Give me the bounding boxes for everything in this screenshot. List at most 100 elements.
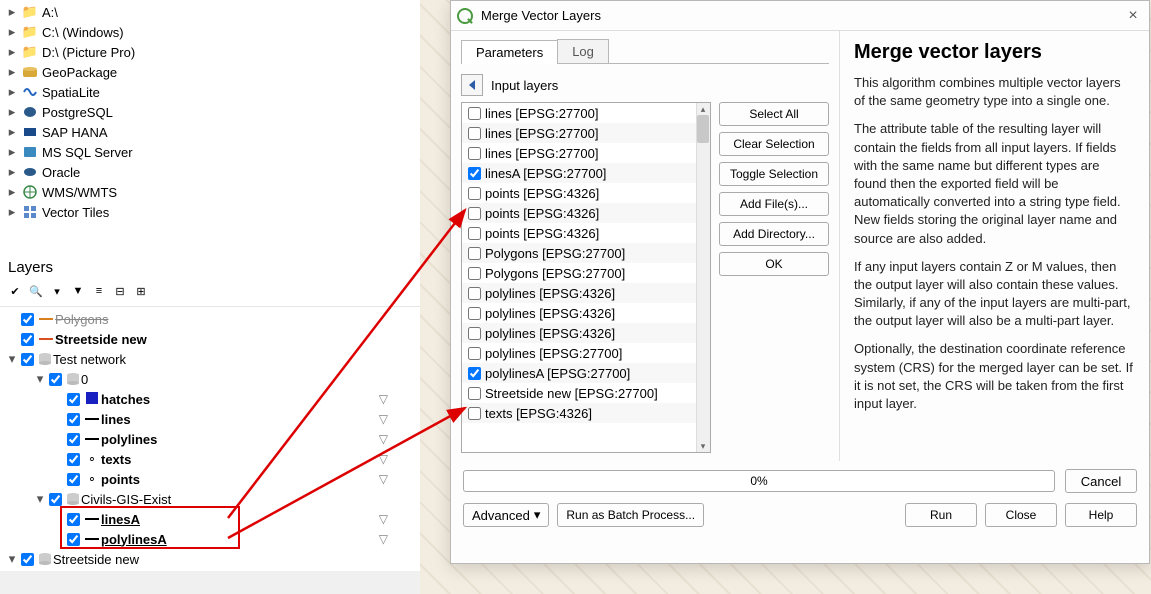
- close-icon[interactable]: ×: [1123, 7, 1143, 25]
- browser-item[interactable]: ▸WMS/WMTS: [6, 182, 414, 202]
- list-item-checkbox[interactable]: [468, 387, 481, 400]
- list-item[interactable]: texts [EPSG:4326]: [462, 403, 696, 423]
- list-item-label: Polygons [EPSG:27700]: [485, 266, 625, 281]
- expand-icon[interactable]: ≡: [90, 282, 108, 300]
- browser-item[interactable]: ▸📁C:\ (Windows): [6, 22, 414, 42]
- list-item-checkbox[interactable]: [468, 327, 481, 340]
- filter-icon[interactable]: ▽: [379, 512, 388, 526]
- browser-item[interactable]: ▸📁A:\: [6, 2, 414, 22]
- list-item[interactable]: polylines [EPSG:4326]: [462, 303, 696, 323]
- folder-icon: 📁: [22, 4, 38, 20]
- list-item-label: polylines [EPSG:4326]: [485, 286, 615, 301]
- list-item-checkbox[interactable]: [468, 227, 481, 240]
- list-item[interactable]: lines [EPSG:27700]: [462, 143, 696, 163]
- list-item[interactable]: polylines [EPSG:4326]: [462, 283, 696, 303]
- list-item-checkbox[interactable]: [468, 207, 481, 220]
- filter-icon[interactable]: ▽: [379, 432, 388, 446]
- browser-item[interactable]: ▸Oracle: [6, 162, 414, 182]
- filter-icon[interactable]: ▽: [379, 472, 388, 486]
- list-item[interactable]: Polygons [EPSG:27700]: [462, 243, 696, 263]
- scroll-down-icon[interactable]: ▾: [696, 440, 710, 452]
- list-item-checkbox[interactable]: [468, 367, 481, 380]
- browser-item[interactable]: ▸Vector Tiles: [6, 202, 414, 222]
- filter-icon[interactable]: ▽: [379, 532, 388, 546]
- cancel-button[interactable]: Cancel: [1065, 469, 1137, 493]
- style-icon[interactable]: ✔: [6, 282, 24, 300]
- scrollbar[interactable]: ▴ ▾: [696, 103, 710, 452]
- list-item[interactable]: linesA [EPSG:27700]: [462, 163, 696, 183]
- add-directory-button[interactable]: Add Directory...: [719, 222, 829, 246]
- browser-item[interactable]: ▸SpatiaLite: [6, 82, 414, 102]
- toggle-selection-button[interactable]: Toggle Selection: [719, 162, 829, 186]
- layer-streetside-2[interactable]: ▾Streetside new: [2, 549, 418, 569]
- browser-item[interactable]: ▸GeoPackage: [6, 62, 414, 82]
- list-item-checkbox[interactable]: [468, 307, 481, 320]
- list-item[interactable]: lines [EPSG:27700]: [462, 103, 696, 123]
- list-item-checkbox[interactable]: [468, 107, 481, 120]
- help-button[interactable]: Help: [1065, 503, 1137, 527]
- funnel-icon[interactable]: ▼: [69, 282, 87, 300]
- list-item-label: polylines [EPSG:27700]: [485, 346, 622, 361]
- layer-polylinesA[interactable]: polylinesA▽: [2, 529, 418, 549]
- list-item-checkbox[interactable]: [468, 347, 481, 360]
- scrollbar-thumb[interactable]: [697, 115, 709, 143]
- select-all-button[interactable]: Select All: [719, 102, 829, 126]
- run-button[interactable]: Run: [905, 503, 977, 527]
- list-item[interactable]: polylines [EPSG:4326]: [462, 323, 696, 343]
- collapse-icon[interactable]: ⊟: [111, 282, 129, 300]
- list-item-checkbox[interactable]: [468, 407, 481, 420]
- list-item[interactable]: Polygons [EPSG:27700]: [462, 263, 696, 283]
- add-files-button[interactable]: Add File(s)...: [719, 192, 829, 216]
- list-item[interactable]: lines [EPSG:27700]: [462, 123, 696, 143]
- layer-polylines[interactable]: polylines▽: [2, 429, 418, 449]
- run-batch-button[interactable]: Run as Batch Process...: [557, 503, 704, 527]
- browser-item[interactable]: ▸MS SQL Server: [6, 142, 414, 162]
- close-button[interactable]: Close: [985, 503, 1057, 527]
- list-item[interactable]: Streetside new [EPSG:27700]: [462, 383, 696, 403]
- layer-linesA[interactable]: linesA▽: [2, 509, 418, 529]
- input-layers-list[interactable]: lines [EPSG:27700]lines [EPSG:27700]line…: [461, 102, 711, 453]
- layers-panel: Layers ✔ 🔍 ▾ ▼ ≡ ⊟ ⊞ Polygons Streetside…: [0, 255, 420, 571]
- scroll-up-icon[interactable]: ▴: [696, 103, 710, 115]
- list-item[interactable]: polylines [EPSG:27700]: [462, 343, 696, 363]
- list-item-label: points [EPSG:4326]: [485, 206, 599, 221]
- list-item-checkbox[interactable]: [468, 167, 481, 180]
- layer-civils-group[interactable]: ▾Civils-GIS-Exist: [2, 489, 418, 509]
- layer-texts[interactable]: ∘texts▽: [2, 449, 418, 469]
- list-item-checkbox[interactable]: [468, 287, 481, 300]
- list-item-checkbox[interactable]: [468, 147, 481, 160]
- filter-icon[interactable]: 🔍: [27, 282, 45, 300]
- help-title: Merge vector layers: [854, 41, 1135, 64]
- list-item[interactable]: points [EPSG:4326]: [462, 183, 696, 203]
- browser-item[interactable]: ▸PostgreSQL: [6, 102, 414, 122]
- advanced-button[interactable]: Advanced▾: [463, 503, 549, 527]
- remove-icon[interactable]: ⊞: [132, 282, 150, 300]
- back-button[interactable]: [461, 74, 483, 96]
- layer-hatches[interactable]: hatches▽: [2, 389, 418, 409]
- filter-icon[interactable]: ▽: [379, 392, 388, 406]
- layer-polygons[interactable]: Polygons: [2, 309, 418, 329]
- layer-group-0[interactable]: ▾0: [2, 369, 418, 389]
- list-item-checkbox[interactable]: [468, 187, 481, 200]
- tab-parameters[interactable]: Parameters: [461, 40, 558, 64]
- clear-selection-button[interactable]: Clear Selection: [719, 132, 829, 156]
- tab-log[interactable]: Log: [557, 39, 609, 63]
- expr-icon[interactable]: ▾: [48, 282, 66, 300]
- browser-item[interactable]: ▸SAP HANA: [6, 122, 414, 142]
- layer-lines[interactable]: lines▽: [2, 409, 418, 429]
- filter-icon[interactable]: ▽: [379, 452, 388, 466]
- list-item-checkbox[interactable]: [468, 267, 481, 280]
- titlebar[interactable]: Merge Vector Layers ×: [451, 1, 1149, 31]
- layer-points[interactable]: ∘points▽: [2, 469, 418, 489]
- filter-icon[interactable]: ▽: [379, 412, 388, 426]
- list-item[interactable]: points [EPSG:4326]: [462, 203, 696, 223]
- layers-panel-title: Layers: [0, 255, 420, 280]
- browser-item[interactable]: ▸📁D:\ (Picture Pro): [6, 42, 414, 62]
- list-item[interactable]: points [EPSG:4326]: [462, 223, 696, 243]
- layer-streetside[interactable]: Streetside new: [2, 329, 418, 349]
- list-item-checkbox[interactable]: [468, 247, 481, 260]
- layer-test-network[interactable]: ▾Test network: [2, 349, 418, 369]
- ok-button[interactable]: OK: [719, 252, 829, 276]
- list-item[interactable]: polylinesA [EPSG:27700]: [462, 363, 696, 383]
- list-item-checkbox[interactable]: [468, 127, 481, 140]
